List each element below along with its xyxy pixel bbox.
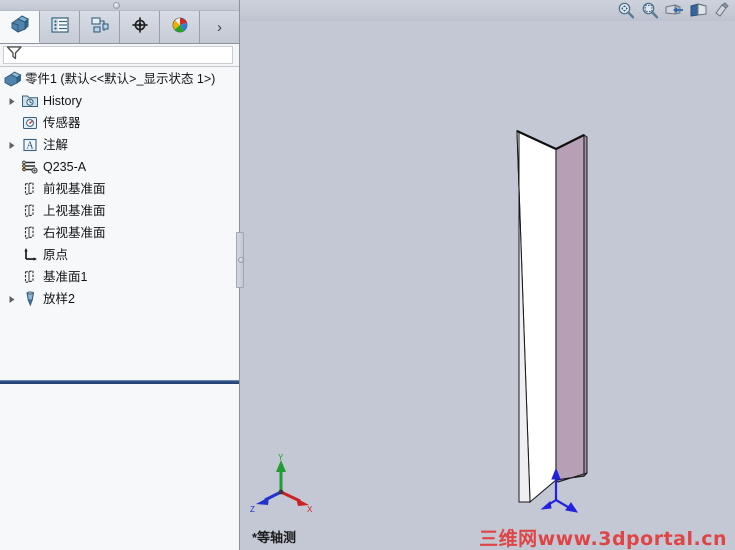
origin-icon: [20, 245, 40, 265]
no-arrow-right-plane: [4, 222, 20, 244]
search-input[interactable]: [3, 46, 233, 64]
configuration-manager-tab[interactable]: [80, 11, 120, 43]
view-toolbar[interactable]: [615, 0, 733, 21]
dimxpert-target-icon: [129, 15, 151, 40]
tree-item-loft2[interactable]: 放样2: [0, 288, 239, 310]
manager-tab-row[interactable]: ›: [0, 11, 239, 44]
plane-icon: [20, 179, 40, 199]
plane-icon: [20, 201, 40, 221]
no-arrow-origin: [4, 244, 20, 266]
no-arrow-plane1: [4, 266, 20, 288]
tree-item-front-plane[interactable]: 前视基准面: [0, 178, 239, 200]
tree-item-plane1[interactable]: 基准面1: [0, 266, 239, 288]
view-orientation-icon[interactable]: [687, 1, 709, 21]
tree-item-label: 传感器: [43, 116, 81, 130]
triad-y-label: Y: [278, 453, 284, 462]
svg-text:A: A: [26, 141, 34, 152]
tree-item-label: 放样2: [43, 292, 75, 306]
panel-splitter-handle[interactable]: [236, 232, 244, 288]
triad-x-label: X: [307, 505, 313, 514]
property-manager-tab[interactable]: [40, 11, 80, 43]
tree-item-label: 前视基准面: [43, 182, 106, 196]
property-list-icon: [49, 15, 71, 40]
tree-item-label: 注解: [43, 138, 69, 152]
history-folder-icon: [20, 91, 40, 111]
watermark-text: 三维网www.3dportal.cn: [479, 528, 727, 550]
tree-item-label: 原点: [43, 248, 69, 262]
tree-item-sensors[interactable]: 传感器: [0, 112, 239, 134]
tree-filter-row[interactable]: [0, 44, 239, 67]
model-face-right: [555, 134, 585, 481]
tree-item-annotations[interactable]: A 注解: [0, 134, 239, 156]
model-edge-thickness-right: [583, 134, 588, 478]
section-view-icon[interactable]: [663, 1, 685, 21]
plane-icon: [20, 267, 40, 287]
more-tabs-chevron[interactable]: ›: [200, 11, 239, 43]
tree-item-label: 右视基准面: [43, 226, 106, 240]
display-manager-tab[interactable]: [160, 11, 200, 43]
tree-item-top-plane[interactable]: 上视基准面: [0, 200, 239, 222]
configuration-icon: [89, 15, 111, 40]
tree-item-right-plane[interactable]: 右视基准面: [0, 222, 239, 244]
triad-z-label: Z: [250, 505, 255, 514]
triad-origin: [278, 489, 284, 495]
dimxpert-manager-tab[interactable]: [120, 11, 160, 43]
loft-icon: [20, 289, 40, 309]
feature-tree-icon: [9, 14, 31, 39]
zoom-to-area-icon[interactable]: [639, 1, 661, 21]
rollback-bar[interactable]: [0, 380, 239, 384]
display-color-wheel-icon: [169, 15, 191, 40]
view-orientation-label: *等轴测: [252, 530, 297, 545]
no-arrow-sensors: [4, 112, 20, 134]
coordinate-triad: Y X Z: [250, 453, 313, 514]
tree-root-item[interactable]: 零件1 (默认<<默认>_显示状态 1>): [0, 67, 239, 90]
no-arrow-material: [4, 156, 20, 178]
no-arrow-front-plane: [4, 178, 20, 200]
tree-item-history[interactable]: History: [0, 90, 239, 112]
annotations-icon: A: [20, 135, 40, 155]
panel-grip-dot[interactable]: [113, 2, 120, 9]
tree-item-label: Q235-A: [43, 160, 87, 174]
tree-item-label: History: [43, 94, 82, 108]
tree-item-material[interactable]: Q235-A: [0, 156, 239, 178]
expand-arrow-loft2[interactable]: [4, 288, 20, 310]
panel-top-grip[interactable]: [0, 0, 239, 11]
tree-item-origin[interactable]: 原点: [0, 244, 239, 266]
feature-tree[interactable]: 零件1 (默认<<默认>_显示状态 1>) History 传感器 A 注解 Q…: [0, 67, 239, 550]
display-style-icon[interactable]: [711, 1, 733, 21]
plane-icon: [20, 223, 40, 243]
no-arrow-top-plane: [4, 200, 20, 222]
solidworks-window: Y X Z *等轴测 三维网www.3dportal.cn › 零件1 (默认<…: [0, 0, 735, 550]
zoom-to-fit-icon[interactable]: [615, 1, 637, 21]
expand-arrow-history[interactable]: [4, 90, 20, 112]
filter-funnel-icon: [6, 45, 23, 65]
feature-manager-panel: › 零件1 (默认<<默认>_显示状态 1>) History 传感器 A 注解…: [0, 0, 244, 550]
sensor-icon: [20, 113, 40, 133]
tree-item-label: 上视基准面: [43, 204, 106, 218]
part-name-label: 零件1 (默认<<默认>_显示状态 1>): [25, 71, 216, 86]
material-icon: [20, 157, 40, 177]
expand-arrow-annotations[interactable]: [4, 134, 20, 156]
part-icon: [2, 69, 22, 89]
feature-manager-tab[interactable]: [0, 11, 40, 43]
triad-z-arrow: [256, 497, 269, 505]
splitter-dot: [238, 257, 244, 263]
tree-item-label: 基准面1: [43, 270, 88, 284]
